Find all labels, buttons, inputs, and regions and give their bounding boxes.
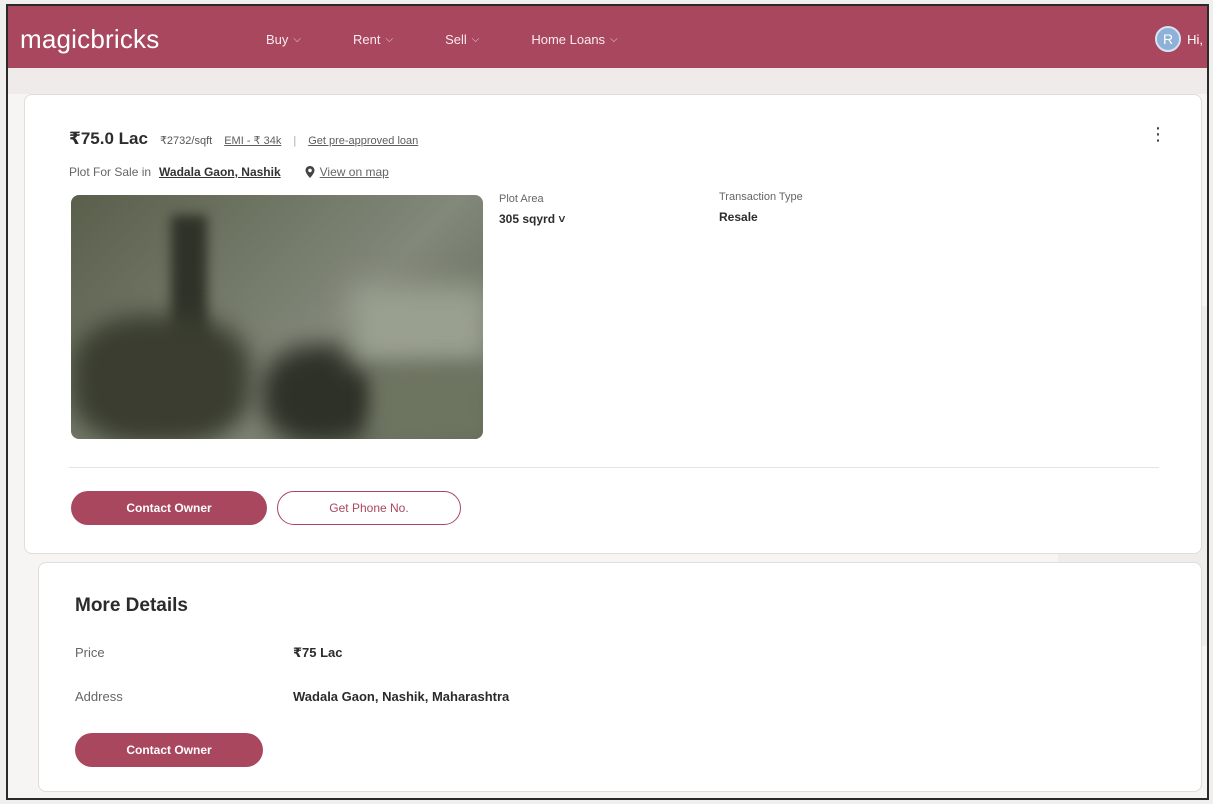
detail-label: Address xyxy=(75,689,123,704)
detail-value: ₹75 Lac xyxy=(293,645,343,660)
emi-link[interactable]: EMI - ₹ 34k xyxy=(224,134,281,147)
nav-buy[interactable]: Buy ⌵ xyxy=(266,32,301,47)
chevron-down-icon: ⌵ xyxy=(471,34,480,45)
more-options-icon[interactable]: ⋮ xyxy=(1149,125,1167,143)
price-per-sqft: ₹2732/sqft xyxy=(159,135,213,147)
attr-label: Transaction Type xyxy=(719,191,803,203)
attr-value[interactable]: 305 sqyrd ˅ xyxy=(499,212,565,226)
browser-viewport: magicbricks Buy ⌵ Rent ⌵ Sell ⌵ Home Loa… xyxy=(6,4,1209,800)
user-menu[interactable]: R Hi, xyxy=(1155,26,1203,52)
map-pin-icon xyxy=(305,166,315,178)
nav-rent-label: Rent xyxy=(353,32,381,47)
nav-sell[interactable]: Sell ⌵ xyxy=(445,32,479,47)
subtitle-prefix: Plot For Sale in xyxy=(69,165,152,179)
background-page-strip xyxy=(8,68,1207,94)
view-on-map-link[interactable]: View on map xyxy=(305,165,389,179)
attr-plot-area: Plot Area 305 sqyrd ˅ xyxy=(499,193,565,226)
separator: | xyxy=(293,135,297,147)
detail-row-price: Price ₹75 Lac xyxy=(75,645,343,661)
chevron-down-icon: ⌵ xyxy=(385,34,394,45)
nav-home-loans[interactable]: Home Loans ⌵ xyxy=(531,32,617,47)
detail-label: Price xyxy=(75,645,105,660)
more-details-card: More Details Price ₹75 Lac Address Wadal… xyxy=(38,562,1202,792)
main-nav: Buy ⌵ Rent ⌵ Sell ⌵ Home Loans ⌵ xyxy=(266,32,618,47)
user-greeting: Hi, xyxy=(1187,31,1203,47)
top-navbar: magicbricks Buy ⌵ Rent ⌵ Sell ⌵ Home Loa… xyxy=(8,6,1207,68)
divider xyxy=(69,467,1159,468)
attr-value: Resale xyxy=(719,210,758,224)
nav-sell-label: Sell xyxy=(445,32,467,47)
chevron-down-icon: ⌵ xyxy=(293,34,301,45)
attr-transaction-type: Transaction Type Resale xyxy=(719,191,803,224)
chevron-down-icon: ⌵ xyxy=(610,34,618,45)
attr-label: Plot Area xyxy=(499,193,544,205)
brand-logo[interactable]: magicbricks xyxy=(20,24,159,55)
listing-price: ₹75.0 Lac xyxy=(69,129,148,148)
location-link[interactable]: Wadala Gaon, Nashik xyxy=(159,165,281,179)
detail-value: Wadala Gaon, Nashik, Maharashtra xyxy=(293,689,510,704)
listing-subtitle: Plot For Sale in Wadala Gaon, Nashik Vie… xyxy=(69,165,389,179)
contact-owner-button[interactable]: Contact Owner xyxy=(71,491,267,525)
view-on-map-label: View on map xyxy=(319,165,389,179)
nav-home-loans-label: Home Loans xyxy=(531,32,606,47)
price-row: ₹75.0 Lac ₹2732/sqft EMI - ₹ 34k | Get p… xyxy=(69,129,418,149)
get-phone-button[interactable]: Get Phone No. xyxy=(277,491,461,525)
more-details-title: More Details xyxy=(75,595,188,616)
listing-card: ₹75.0 Lac ₹2732/sqft EMI - ₹ 34k | Get p… xyxy=(24,94,1202,554)
pre-approved-loan-link[interactable]: Get pre-approved loan xyxy=(308,135,418,147)
nav-buy-label: Buy xyxy=(266,32,289,47)
contact-owner-button-secondary[interactable]: Contact Owner xyxy=(75,733,263,767)
property-photo[interactable] xyxy=(71,195,483,439)
avatar: R xyxy=(1155,26,1182,52)
nav-rent[interactable]: Rent ⌵ xyxy=(353,32,393,47)
detail-row-address: Address Wadala Gaon, Nashik, Maharashtra xyxy=(75,689,509,704)
